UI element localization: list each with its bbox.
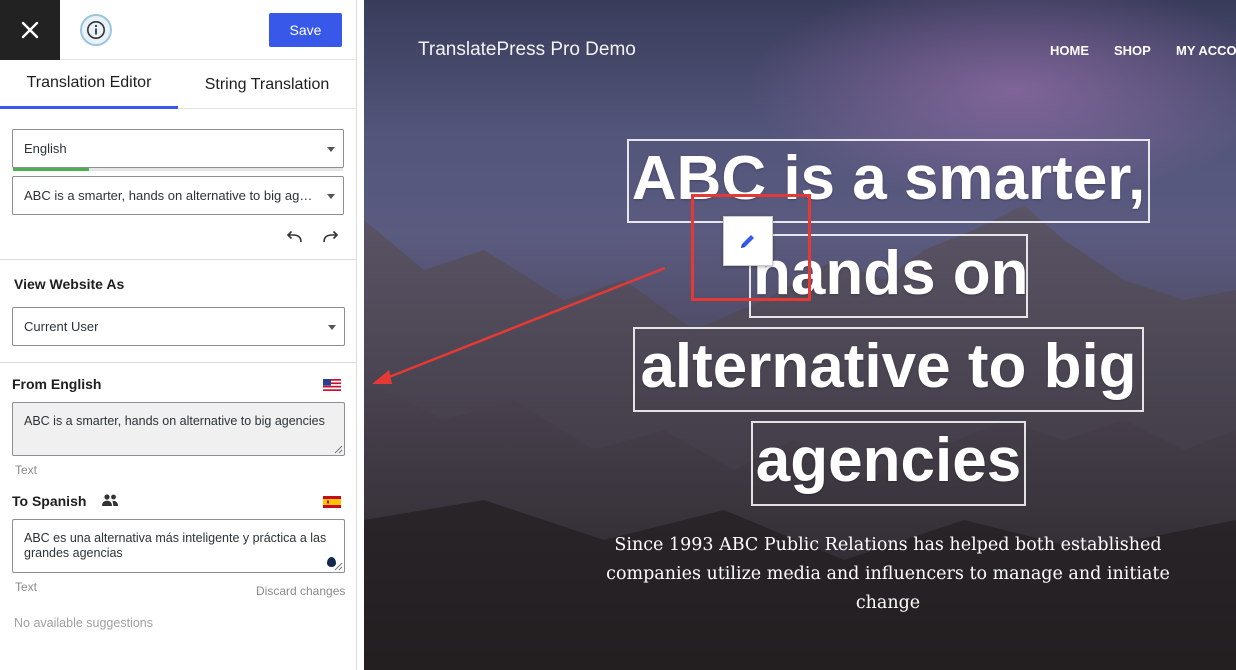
from-language-label: From English	[12, 376, 102, 392]
close-button[interactable]	[0, 0, 60, 60]
us-flag-icon	[323, 379, 341, 391]
info-icon	[87, 21, 105, 39]
suggestions-note: No available suggestions	[14, 616, 153, 630]
pencil-icon	[741, 235, 754, 248]
nav-shop[interactable]: SHOP	[1114, 43, 1151, 58]
resize-grip-icon	[334, 562, 343, 571]
view-as-select[interactable]: Current User	[12, 307, 345, 346]
spain-flag-icon	[323, 496, 341, 508]
chevron-down-icon	[327, 193, 335, 199]
translation-type-label: Text	[15, 580, 38, 594]
sidebar-toolbar: Save	[0, 0, 357, 60]
section-divider	[0, 362, 357, 363]
undo-icon	[286, 230, 302, 243]
redo-icon	[323, 230, 339, 243]
resize-grip-icon	[334, 445, 343, 454]
translation-text-area[interactable]: ABC es una alternativa más inteligente y…	[12, 519, 345, 573]
headline-line-4[interactable]: agencies	[751, 421, 1026, 506]
string-select-value: ABC is a smarter, hands on alternative t…	[24, 188, 319, 203]
nav-my-account[interactable]: MY ACCOU	[1176, 43, 1236, 58]
string-select[interactable]: ABC is a smarter, hands on alternative t…	[12, 176, 344, 215]
section-divider	[0, 259, 357, 260]
save-button[interactable]: Save	[269, 13, 342, 47]
website-preview: TranslatePress Pro Demo HOME SHOP MY ACC…	[364, 0, 1236, 670]
site-title[interactable]: TranslatePress Pro Demo	[418, 39, 636, 61]
view-as-label: View Website As	[14, 276, 125, 292]
to-language-label: To Spanish	[12, 493, 87, 509]
editor-tabs: Translation Editor String Translation	[0, 60, 357, 109]
users-icon	[102, 494, 118, 506]
chevron-down-icon	[327, 146, 335, 152]
nav-home[interactable]: HOME	[1050, 43, 1089, 58]
source-type-label: Text	[15, 463, 38, 477]
tab-string-translation[interactable]: String Translation	[178, 60, 356, 109]
translation-progress-fill	[13, 168, 89, 171]
view-as-value: Current User	[24, 319, 99, 334]
tab-translation-editor[interactable]: Translation Editor	[0, 60, 178, 109]
close-icon	[21, 21, 39, 39]
chevron-down-icon	[328, 324, 336, 330]
discard-changes-link[interactable]: Discard changes	[256, 584, 345, 598]
undo-button[interactable]	[284, 227, 306, 247]
translation-text: ABC es una alternativa más inteligente y…	[24, 531, 327, 560]
language-select-value: English	[24, 141, 67, 156]
edit-string-button[interactable]	[723, 216, 773, 266]
source-text: ABC is a smarter, hands on alternative t…	[24, 414, 325, 428]
info-button[interactable]	[80, 14, 112, 46]
headline-line-3[interactable]: alternative to big	[633, 327, 1144, 412]
translation-progress-bar	[13, 168, 343, 171]
headline-line-2[interactable]: hands on	[749, 234, 1029, 318]
redo-button[interactable]	[319, 227, 341, 247]
headline-line-1[interactable]: ABC is a smarter,	[627, 139, 1150, 223]
language-select[interactable]: English	[12, 129, 344, 168]
hero-subtitle[interactable]: Since 1993 ABC Public Relations has help…	[604, 531, 1172, 618]
source-text-area: ABC is a smarter, hands on alternative t…	[12, 402, 345, 456]
translation-sidebar: Save Translation Editor String Translati…	[0, 0, 357, 670]
